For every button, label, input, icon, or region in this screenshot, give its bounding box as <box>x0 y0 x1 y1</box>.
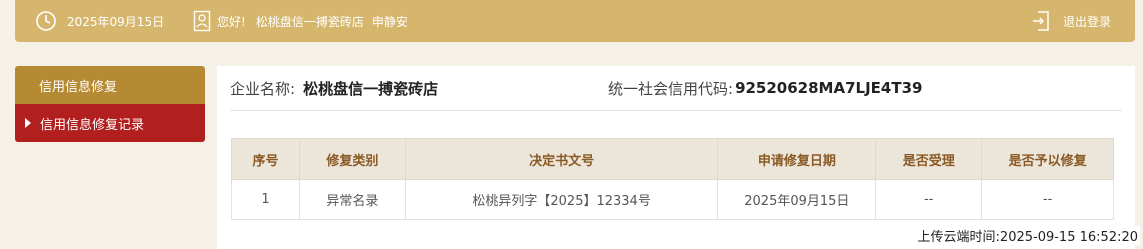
credit-code: 92520628MA7LJE4T39 <box>735 79 923 97</box>
column-header-accepted: 是否受理 <box>875 138 983 180</box>
sidebar-header-label: 信用信息修复 <box>39 79 118 95</box>
greeting-text: 您好! <box>217 14 246 29</box>
logout-icon <box>1031 10 1051 32</box>
cell-decision-no: 松桃异列字【2025】12334号 <box>404 179 719 220</box>
credit-code-block: 统一社会信用代码: 92520628MA7LJE4T39 <box>608 66 922 110</box>
column-header-apply-date: 申请修复日期 <box>717 138 877 180</box>
logout-label: 退出登录 <box>1062 14 1111 29</box>
top-bar: 2025年09月15日 您好! 松桃盘信一搏瓷砖店 申静安 退出登录 <box>15 0 1135 42</box>
company-info: 企业名称: 松桃盘信一搏瓷砖店 统一社会信用代码: 92520628MA7LJE… <box>230 66 1122 111</box>
column-header-repaired: 是否予以修复 <box>981 138 1114 180</box>
cell-accepted: -- <box>875 179 983 220</box>
cell-apply-date: 2025年09月15日 <box>717 179 877 220</box>
credit-code-label: 统一社会信用代码: <box>608 79 734 98</box>
table-header-row: 序号 修复类别 决定书文号 申请修复日期 是否受理 是否予以修复 <box>231 138 1114 180</box>
upload-time-value: 2025-09-15 16:52:20 <box>999 230 1138 245</box>
company-name: 松桃盘信一搏瓷砖店 <box>303 79 439 98</box>
sidebar-item-repair-records[interactable]: 信用信息修复记录 <box>15 104 205 142</box>
clock-icon <box>35 10 57 32</box>
cell-category: 异常名录 <box>298 179 406 220</box>
table-row[interactable]: 1 异常名录 松桃异列字【2025】12334号 2025年09月15日 -- … <box>231 179 1114 220</box>
user-badge-icon <box>193 10 211 32</box>
sidebar-header[interactable]: 信用信息修复 <box>15 66 205 104</box>
user-name: 申静安 <box>371 14 408 29</box>
sidebar: 信用信息修复 信用信息修复记录 <box>15 66 205 142</box>
upload-time-label: 上传云端时间: <box>917 230 1000 245</box>
upload-timestamp: 上传云端时间:2025-09-15 16:52:20 <box>915 226 1140 245</box>
cell-repaired: -- <box>981 179 1114 220</box>
cell-index: 1 <box>231 179 300 220</box>
store-name: 松桃盘信一搏瓷砖店 <box>255 14 364 29</box>
current-date: 2025年09月15日 <box>67 14 165 29</box>
column-header-index: 序号 <box>231 138 300 180</box>
company-name-label: 企业名称: <box>230 79 296 98</box>
column-header-category: 修复类别 <box>298 138 406 180</box>
column-header-decision-no: 决定书文号 <box>404 138 719 180</box>
date-display: 2025年09月15日 <box>35 0 164 42</box>
repair-records-table: 序号 修复类别 决定书文号 申请修复日期 是否受理 是否予以修复 1 异常名录 … <box>231 138 1114 220</box>
triangle-right-icon <box>25 118 31 128</box>
logout-button[interactable]: 退出登录 <box>1031 0 1111 42</box>
user-info: 您好! 松桃盘信一搏瓷砖店 申静安 <box>193 0 408 42</box>
main-panel: 企业名称: 松桃盘信一搏瓷砖店 统一社会信用代码: 92520628MA7LJE… <box>217 66 1135 249</box>
sidebar-item-label: 信用信息修复记录 <box>40 117 145 133</box>
